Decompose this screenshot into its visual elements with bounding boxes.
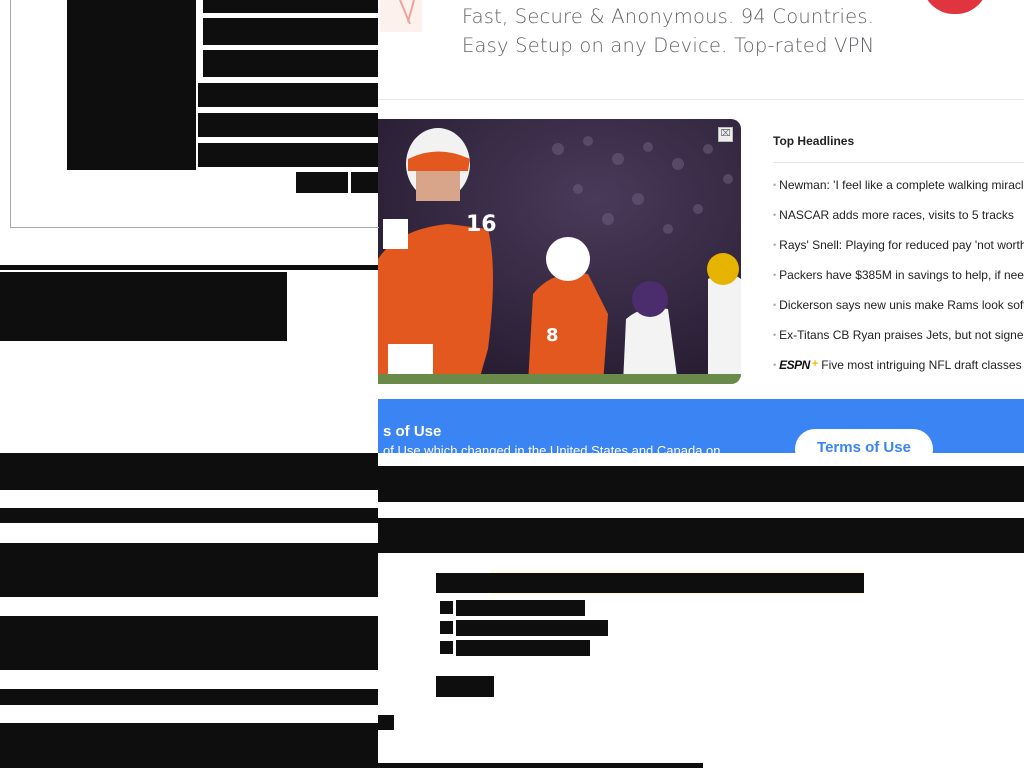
bullet-icon: • [773, 330, 777, 340]
bullet-icon: • [773, 300, 777, 310]
headline-item[interactable]: • Packers have $385M in savings to help, … [773, 268, 1024, 298]
news-photo[interactable]: 16 8 ⌧ [378, 119, 741, 384]
redacted-block [0, 272, 287, 341]
redacted-button[interactable] [436, 676, 494, 697]
redacted-bar [203, 18, 378, 45]
redacted-bar [378, 518, 1024, 553]
terms-banner: s of Use of Use which changed in the Uni… [378, 399, 1024, 453]
redacted-button[interactable] [351, 172, 378, 193]
jersey-number-right: 8 [546, 325, 559, 346]
broken-image-icon[interactable]: ⌧ [718, 127, 733, 142]
headlines-title: Top Headlines [773, 134, 855, 148]
headline-link[interactable]: NASCAR adds more races, visits to 5 trac… [779, 208, 1014, 222]
redacted-bar [0, 689, 378, 705]
redacted-checkbox[interactable] [440, 641, 453, 654]
redacted-bar [0, 616, 378, 670]
redacted-bar [198, 143, 378, 167]
redacted-bar [0, 453, 378, 490]
ad-thumbnail-graphic [399, 0, 415, 25]
headline-link[interactable]: Newman: 'I feel like a complete walking … [779, 178, 1024, 192]
espn-plus-icon: + [811, 358, 819, 370]
headline-link[interactable]: Packers have $385M in savings to help, i… [779, 268, 1024, 282]
redacted-rule [378, 763, 703, 768]
redacted-label [456, 600, 585, 616]
redacted-icon [378, 715, 394, 730]
redacted-bar [0, 508, 378, 523]
redacted-bar [198, 83, 378, 107]
redacted-bar [203, 50, 378, 77]
ad-thumbnail[interactable] [380, 0, 422, 32]
headline-item[interactable]: • ESPN + Five most intriguing NFL draft cla… [773, 358, 1024, 388]
redacted-bar [378, 466, 1024, 502]
divider [773, 162, 1024, 163]
redacted-checkbox[interactable] [440, 621, 453, 634]
terms-text: of Use which changed in the United State… [383, 443, 721, 453]
headline-link[interactable]: Ex-Titans CB Ryan praises Jets, but not … [779, 328, 1024, 342]
redacted-heading [436, 573, 864, 593]
redacted-bar [0, 543, 378, 597]
espn-logo: ESPN [779, 358, 810, 372]
redacted-checkbox[interactable] [440, 601, 453, 614]
redacted-bar [0, 723, 378, 768]
headline-item[interactable]: • Newman: 'I feel like a complete walking… [773, 178, 1024, 208]
redacted-image [67, 0, 196, 170]
headline-item[interactable]: • Rays' Snell: Playing for reduced pay 'n… [773, 238, 1024, 268]
football-photo-illustration: 16 8 [378, 119, 741, 384]
headline-item[interactable]: • NASCAR adds more races, visits to 5 tra… [773, 208, 1024, 238]
divider [378, 99, 1024, 100]
redacted-label [456, 640, 590, 656]
bullet-icon: • [773, 210, 777, 220]
terms-of-use-button[interactable]: Terms of Use [795, 429, 933, 453]
bullet-icon: • [773, 180, 777, 190]
jersey-number-left: 16 [466, 212, 497, 237]
bullet-icon: • [773, 360, 777, 370]
terms-title: s of Use [383, 423, 442, 440]
headline-item[interactable]: • Ex-Titans CB Ryan praises Jets, but not… [773, 328, 1024, 358]
headline-link[interactable]: Dickerson says new unis make Rams look s… [779, 298, 1024, 312]
headline-link[interactable]: Rays' Snell: Playing for reduced pay 'no… [779, 238, 1024, 252]
redacted-button[interactable] [296, 172, 348, 193]
ad-text-line-2[interactable]: Easy Setup on any Device. Top-rated VPN [462, 34, 874, 57]
redacted-bar [198, 113, 378, 137]
headline-item[interactable]: • Dickerson says new unis make Rams look … [773, 298, 1024, 328]
headlines-list: • Newman: 'I feel like a complete walking… [773, 178, 1024, 388]
redacted-label [456, 620, 608, 636]
ad-logo[interactable] [922, 0, 988, 14]
bullet-icon: • [773, 240, 777, 250]
ad-text-line-1[interactable]: Fast, Secure & Anonymous. 94 Countries. [462, 5, 874, 28]
headline-link[interactable]: Five most intriguing NFL draft classes [821, 358, 1021, 372]
redacted-bar [203, 0, 378, 13]
bullet-icon: • [773, 270, 777, 280]
redacted-rule [0, 265, 378, 270]
